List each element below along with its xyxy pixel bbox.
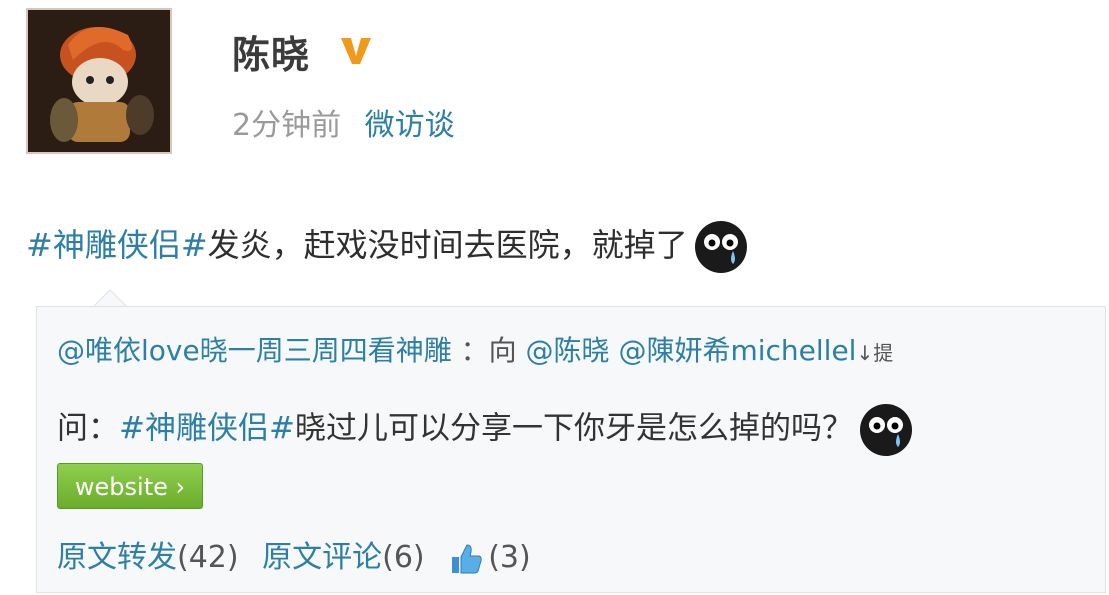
post-body: 发炎，赶戏没时间去医院，就掉了 (207, 226, 688, 264)
repost-tail: ↓提 (856, 341, 894, 365)
post-text: #神雕侠侣#发炎，赶戏没时间去医院，就掉了 (26, 218, 750, 276)
post-meta: 2分钟前 微访谈 (232, 100, 455, 144)
mention-michelle-link[interactable]: @陳妍希michellel (618, 334, 856, 367)
question-text: 晓过儿可以分享一下你牙是怎么掉的吗？ (294, 410, 853, 447)
repost-actions: 原文转发(42) 原文评论(6) (3) (57, 532, 545, 577)
forward-count: (42) (177, 540, 239, 575)
mention-chenxiao-link[interactable]: @陈晓 (526, 334, 610, 367)
author-name[interactable]: 陈晓 (232, 24, 310, 79)
avatar-image (28, 10, 170, 152)
website-button[interactable]: website › (57, 463, 203, 509)
post-time[interactable]: 2分钟前 (232, 108, 341, 143)
repost-box: @唯依love晓一周三周四看神雕 ：向 @陈晓 @陳妍希michellel↓提 … (36, 306, 1106, 593)
forward-link[interactable]: 原文转发 (57, 540, 177, 575)
like-count: (3) (488, 540, 531, 575)
repost-header: @唯依love晓一周三周四看神雕 ：向 @陈晓 @陳妍希michellel↓提 (57, 329, 893, 369)
crying-emoji-icon (692, 218, 750, 276)
asker-link[interactable]: @唯依love晓一周三周四看神雕 (57, 334, 452, 367)
thumbs-up-icon[interactable] (448, 541, 484, 577)
avatar[interactable] (26, 8, 172, 154)
crying-emoji-icon (857, 401, 915, 459)
repost-question: 问：#神雕侠侣#晓过儿可以分享一下你牙是怎么掉的吗？ (57, 401, 915, 459)
repost-pointer (92, 289, 128, 308)
post-topic-link[interactable]: #神雕侠侣# (26, 226, 208, 264)
question-topic-link[interactable]: #神雕侠侣# (119, 411, 295, 447)
question-prefix: 问： (57, 410, 119, 447)
comment-link[interactable]: 原文评论 (262, 540, 382, 575)
verified-v-icon (341, 38, 371, 64)
repost-separator: ：向 (460, 334, 517, 367)
post-source-link[interactable]: 微访谈 (365, 108, 455, 143)
comment-count: (6) (382, 540, 425, 575)
